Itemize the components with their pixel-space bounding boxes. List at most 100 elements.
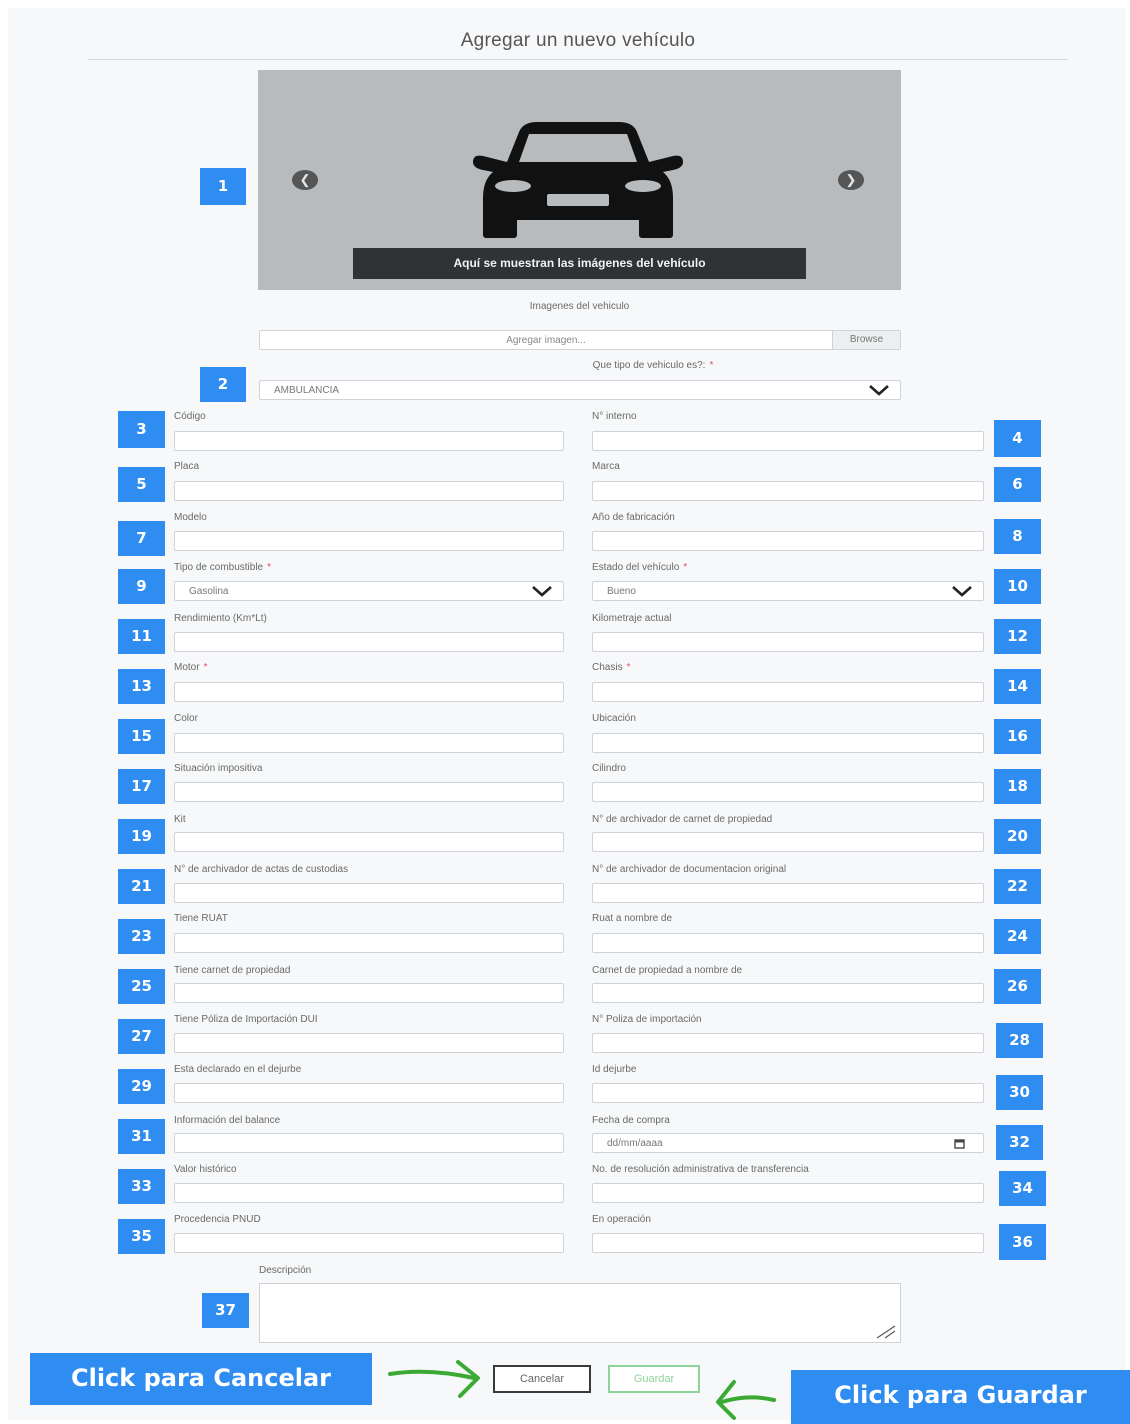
vehicle-type-select[interactable]: AMBULANCIA — [259, 380, 901, 400]
badge-22: 22 — [994, 869, 1041, 904]
label-id-dejurbe: Id dejurbe — [592, 1064, 637, 1075]
label-dejurbe: Esta declarado en el dejurbe — [174, 1064, 302, 1075]
arrow-left-icon — [716, 1380, 776, 1420]
badge-35: 35 — [118, 1219, 165, 1254]
label-tiene-carnet: Tiene carnet de propiedad — [174, 965, 291, 976]
badge-20: 20 — [994, 819, 1041, 854]
label-operacion: En operación — [592, 1214, 651, 1225]
page-title: Agregar un nuevo vehículo — [460, 30, 696, 51]
resize-grip-icon[interactable] — [873, 1325, 897, 1339]
label-estado: Estado del vehículo * — [592, 562, 688, 573]
badge-19: 19 — [118, 819, 165, 854]
label-rendimiento: Rendimiento (Km*Lt) — [174, 613, 267, 624]
n-poliza-input[interactable] — [592, 1033, 984, 1053]
chevron-down-icon — [869, 385, 889, 396]
tiene-carnet-input[interactable] — [174, 983, 564, 1003]
balance-input[interactable] — [174, 1133, 564, 1153]
n-interno-input[interactable] — [592, 431, 984, 451]
carousel-next-button[interactable]: ❯ — [838, 170, 864, 190]
label-balance: Información del balance — [174, 1115, 281, 1126]
descripcion-textarea[interactable] — [259, 1283, 901, 1343]
modelo-input[interactable] — [174, 531, 564, 551]
arrow-right-icon — [388, 1360, 480, 1398]
label-n-poliza: N° Poliza de importación — [592, 1014, 702, 1025]
badge-23: 23 — [118, 919, 165, 954]
dejurbe-input[interactable] — [174, 1083, 564, 1103]
marca-input[interactable] — [592, 481, 984, 501]
badge-7: 7 — [118, 521, 165, 556]
carnet-nombre-input[interactable] — [592, 983, 984, 1003]
motor-input[interactable] — [174, 682, 564, 702]
label-kit: Kit — [174, 814, 186, 825]
browse-button[interactable]: Browse — [832, 331, 900, 349]
tiene-poliza-input[interactable] — [174, 1033, 564, 1053]
carousel-caption: Aquí se muestran las imágenes del vehícu… — [353, 248, 806, 279]
badge-36: 36 — [999, 1224, 1046, 1260]
calendar-icon[interactable] — [954, 1138, 965, 1149]
ubicacion-input[interactable] — [592, 733, 984, 753]
tiene-ruat-input[interactable] — [174, 933, 564, 953]
badge-27: 27 — [118, 1019, 165, 1054]
cilindro-input[interactable] — [592, 782, 984, 802]
kit-input[interactable] — [174, 832, 564, 852]
operacion-input[interactable] — [592, 1233, 984, 1253]
badge-26: 26 — [994, 969, 1041, 1004]
vehicle-image-carousel: ❮ ❯ Aquí se muestran las imágenes del ve… — [258, 70, 901, 290]
id-dejurbe-input[interactable] — [592, 1083, 984, 1103]
combustible-value: Gasolina — [189, 586, 229, 597]
fecha-compra-input[interactable]: dd/mm/aaaa — [592, 1133, 984, 1153]
valor-input[interactable] — [174, 1183, 564, 1203]
badge-21: 21 — [118, 869, 165, 904]
badge-16: 16 — [994, 719, 1041, 754]
image-file-input[interactable]: Agregar imagen... Browse — [259, 330, 901, 350]
badge-15: 15 — [118, 719, 165, 754]
badge-9: 9 — [118, 569, 165, 604]
chasis-input[interactable] — [592, 682, 984, 702]
label-modelo: Modelo — [174, 512, 207, 523]
archivador-carnet-input[interactable] — [592, 832, 984, 852]
rendimiento-input[interactable] — [174, 632, 564, 652]
label-valor: Valor histórico — [174, 1164, 237, 1175]
archivador-actas-input[interactable] — [174, 883, 564, 903]
situacion-input[interactable] — [174, 782, 564, 802]
image-file-placeholder: Agregar imagen... — [506, 335, 586, 346]
label-kilometraje: Kilometraje actual — [592, 613, 672, 624]
anio-input[interactable] — [592, 531, 984, 551]
codigo-input[interactable] — [174, 431, 564, 451]
label-chasis: Chasis * — [592, 662, 631, 673]
badge-24: 24 — [994, 919, 1041, 954]
label-marca: Marca — [592, 461, 620, 472]
label-procedencia: Procedencia PNUD — [174, 1214, 261, 1225]
badge-31: 31 — [118, 1119, 165, 1154]
cancel-button[interactable]: Cancelar — [493, 1365, 591, 1393]
placa-input[interactable] — [174, 481, 564, 501]
save-button[interactable]: Guardar — [608, 1365, 700, 1393]
badge-37: 37 — [202, 1293, 249, 1328]
archivador-doc-input[interactable] — [592, 883, 984, 903]
label-placa: Placa — [174, 461, 200, 472]
procedencia-input[interactable] — [174, 1233, 564, 1253]
color-input[interactable] — [174, 733, 564, 753]
badge-5: 5 — [118, 467, 165, 502]
badge-11: 11 — [118, 619, 165, 654]
ruat-nombre-input[interactable] — [592, 933, 984, 953]
badge-4: 4 — [994, 420, 1041, 457]
badge-17: 17 — [118, 769, 165, 804]
label-fecha-compra: Fecha de compra — [592, 1115, 670, 1126]
estado-select[interactable]: Bueno — [592, 581, 984, 601]
cancel-callout: Click para Cancelar — [30, 1353, 372, 1405]
kilometraje-input[interactable] — [592, 632, 984, 652]
label-archivador-carnet: N° de archivador de carnet de propiedad — [592, 814, 773, 825]
combustible-select[interactable]: Gasolina — [174, 581, 564, 601]
label-n-interno: N° interno — [592, 411, 637, 422]
label-ruat-nombre: Ruat a nombre de — [592, 913, 673, 924]
resolucion-input[interactable] — [592, 1183, 984, 1203]
badge-2: 2 — [200, 367, 246, 402]
carousel-prev-button[interactable]: ❮ — [292, 170, 318, 190]
label-ubicacion: Ubicación — [592, 713, 636, 724]
badge-8: 8 — [994, 519, 1041, 554]
images-label: Imagenes del vehiculo — [529, 301, 630, 312]
fecha-compra-placeholder: dd/mm/aaaa — [607, 1138, 663, 1149]
label-situacion: Situación impositiva — [174, 763, 263, 774]
badge-13: 13 — [118, 669, 165, 704]
